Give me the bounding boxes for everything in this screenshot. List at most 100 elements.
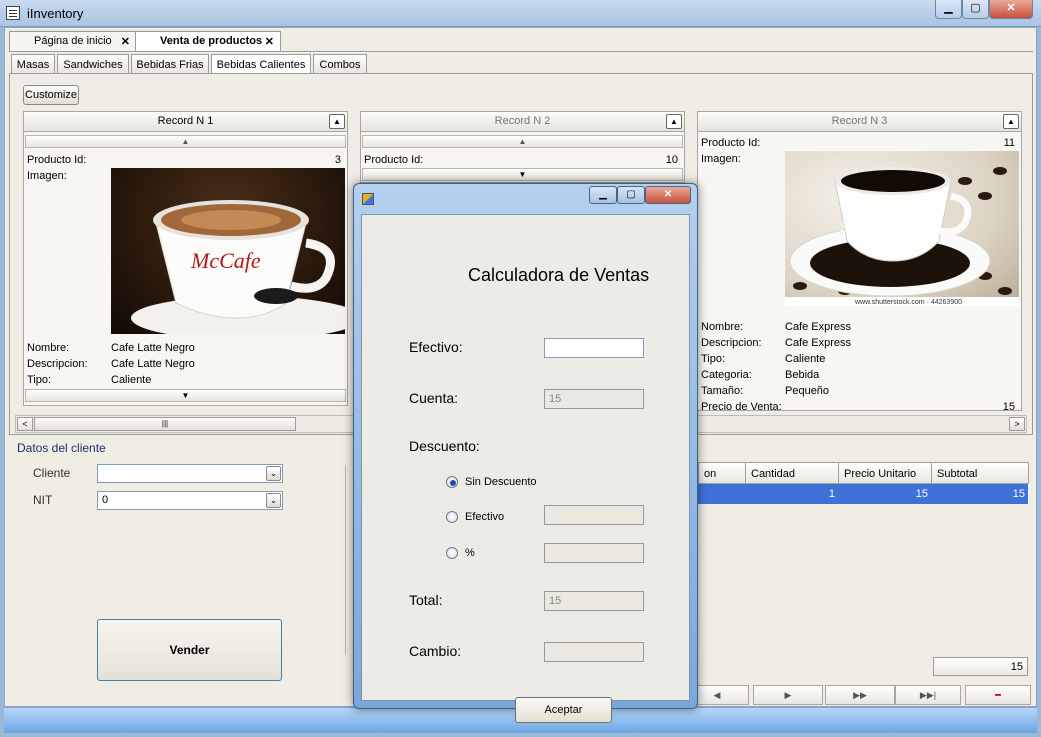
- efectivo-input[interactable]: [544, 338, 644, 358]
- close-tab-icon[interactable]: ✕: [265, 35, 274, 48]
- collapse-icon[interactable]: ▲: [329, 114, 345, 129]
- calculadora-dialog: ▁ ▢ ✕ Calculadora de Ventas Efectivo: Cu…: [353, 183, 698, 723]
- scroll-up-icon[interactable]: ▲: [25, 135, 346, 148]
- scroll-down-icon[interactable]: ▼: [362, 168, 683, 181]
- tab-divider: [9, 51, 1033, 52]
- producto-id-value: 10: [665, 154, 678, 166]
- producto-id-value: 3: [334, 154, 341, 166]
- last-record-button[interactable]: ▶▶|: [895, 685, 961, 705]
- tab-bebidas-calientes[interactable]: Bebidas Calientes: [211, 54, 311, 73]
- table-cell[interactable]: [698, 484, 746, 504]
- image-caption: www.shutterstock.com · 44263900: [854, 299, 962, 306]
- descripcion-label: Descripcion:: [27, 358, 88, 370]
- nit-label: NIT: [33, 493, 53, 507]
- descuento-porcentaje-input: [544, 543, 644, 563]
- descuento-label: Descuento:: [409, 438, 480, 454]
- scroll-up-icon[interactable]: ▲: [362, 135, 683, 148]
- producto-id-label: Producto Id:: [27, 154, 87, 166]
- scroll-down-icon[interactable]: ▼: [25, 389, 346, 402]
- categoria-label: Categoria:: [701, 369, 752, 381]
- cambio-input: [544, 642, 644, 662]
- tipo-label: Tipo:: [27, 374, 52, 386]
- product-image: shutterstock www.shutterstock.com · 4426…: [785, 151, 1019, 306]
- next-record-button[interactable]: ▶: [753, 685, 823, 705]
- tab-venta-de-productos[interactable]: Venta de productos ✕: [135, 31, 281, 51]
- scroll-thumb[interactable]: |||: [34, 417, 296, 431]
- nombre-label: Nombre:: [701, 321, 744, 333]
- product-image: McCafe: [111, 168, 345, 334]
- card-header: Record N 3: [698, 112, 1021, 132]
- radio-sin-descuento[interactable]: [446, 476, 458, 488]
- efectivo-label: Efectivo:: [409, 339, 463, 355]
- section-title: Datos del cliente: [17, 441, 106, 455]
- tab-pagina-de-inicio[interactable]: Página de inicio ✕: [9, 31, 137, 51]
- window-title: iInventory: [27, 6, 84, 21]
- scroll-right-icon[interactable]: >: [1009, 417, 1025, 431]
- nombre-label: Nombre:: [27, 342, 70, 354]
- cantidad-cell[interactable]: 1: [745, 484, 839, 504]
- precio-label: Precio de Venta:: [701, 401, 782, 413]
- nit-combobox[interactable]: 0 ⌄: [97, 491, 283, 510]
- close-button[interactable]: ✕: [989, 0, 1033, 19]
- porcentaje-option-label[interactable]: %: [465, 547, 475, 559]
- nombre-value: Cafe Latte Negro: [111, 342, 195, 354]
- record-card-1: Record N 1 ▲ ▲ Producto Id: 3 Imagen: Mc…: [23, 111, 348, 406]
- subtotal-cell[interactable]: 15: [931, 484, 1029, 504]
- imagen-label: Imagen:: [27, 170, 67, 182]
- chevron-down-icon[interactable]: ⌄: [266, 466, 281, 481]
- remove-record-button[interactable]: ━: [965, 685, 1031, 705]
- customize-button[interactable]: Customize: [23, 85, 79, 105]
- nombre-value: Cafe Express: [785, 321, 852, 333]
- tab-label: Página de inicio: [34, 35, 112, 47]
- column-header-subtotal[interactable]: Subtotal: [931, 462, 1029, 484]
- collapse-icon[interactable]: ▲: [1003, 114, 1019, 129]
- producto-id-label: Producto Id:: [364, 154, 424, 166]
- cliente-combobox[interactable]: ⌄: [97, 464, 283, 483]
- sin-descuento-label[interactable]: Sin Descuento: [465, 476, 537, 488]
- efectivo-option-label[interactable]: Efectivo: [465, 511, 504, 523]
- imagen-label: Imagen:: [701, 153, 741, 165]
- descripcion-value: Cafe Latte Negro: [111, 358, 195, 370]
- tipo-label: Tipo:: [701, 353, 726, 365]
- cuenta-label: Cuenta:: [409, 390, 459, 406]
- column-header-cantidad[interactable]: Cantidad: [745, 462, 839, 484]
- aceptar-button[interactable]: Aceptar: [515, 697, 612, 723]
- next-page-button[interactable]: ▶▶: [825, 685, 895, 705]
- title-bar: [0, 0, 1041, 27]
- dialog-minimize-button[interactable]: ▁: [589, 186, 617, 204]
- minimize-button[interactable]: ▁: [935, 0, 962, 19]
- column-header-precio-unitario[interactable]: Precio Unitario: [838, 462, 932, 484]
- grid-separator: [345, 465, 353, 655]
- tab-bebidas-frias[interactable]: Bebidas Frias: [131, 54, 209, 73]
- cup-brand: McCafe: [190, 248, 261, 273]
- radio-efectivo[interactable]: [446, 511, 458, 523]
- column-header-partial[interactable]: on: [698, 462, 746, 484]
- close-tab-icon[interactable]: ✕: [121, 35, 130, 48]
- radio-porcentaje[interactable]: [446, 547, 458, 559]
- tab-masas[interactable]: Masas: [11, 54, 55, 73]
- collapse-icon[interactable]: ▲: [666, 114, 682, 129]
- card-header: Record N 1: [24, 112, 347, 132]
- tab-label: Venta de productos: [160, 35, 263, 47]
- cliente-label: Cliente: [33, 466, 71, 480]
- precio-value: 15: [1002, 401, 1015, 413]
- categoria-value: Bebida: [785, 369, 820, 381]
- tab-combos[interactable]: Combos: [313, 54, 367, 73]
- cambio-label: Cambio:: [409, 643, 462, 659]
- descripcion-value: Cafe Express: [785, 337, 852, 349]
- dialog-maximize-button[interactable]: ▢: [617, 186, 645, 204]
- tamano-label: Tamaño:: [701, 385, 744, 397]
- total-field: 15: [933, 657, 1028, 676]
- tab-sandwiches[interactable]: Sandwiches: [57, 54, 129, 73]
- precio-unitario-cell[interactable]: 15: [838, 484, 932, 504]
- record-card-3: Record N 3 ▲ Producto Id: 11 Imagen: shu…: [697, 111, 1022, 413]
- dialog-close-button[interactable]: ✕: [645, 186, 691, 204]
- dialog-app-icon: [362, 193, 374, 205]
- tipo-value: Caliente: [785, 353, 826, 365]
- cuenta-input: 15: [544, 389, 644, 409]
- maximize-button[interactable]: ▢: [962, 0, 989, 19]
- chevron-down-icon[interactable]: ⌄: [266, 493, 281, 508]
- scroll-left-icon[interactable]: <: [17, 417, 33, 431]
- tipo-value: Caliente: [111, 374, 152, 386]
- vender-button[interactable]: Vender: [97, 619, 282, 681]
